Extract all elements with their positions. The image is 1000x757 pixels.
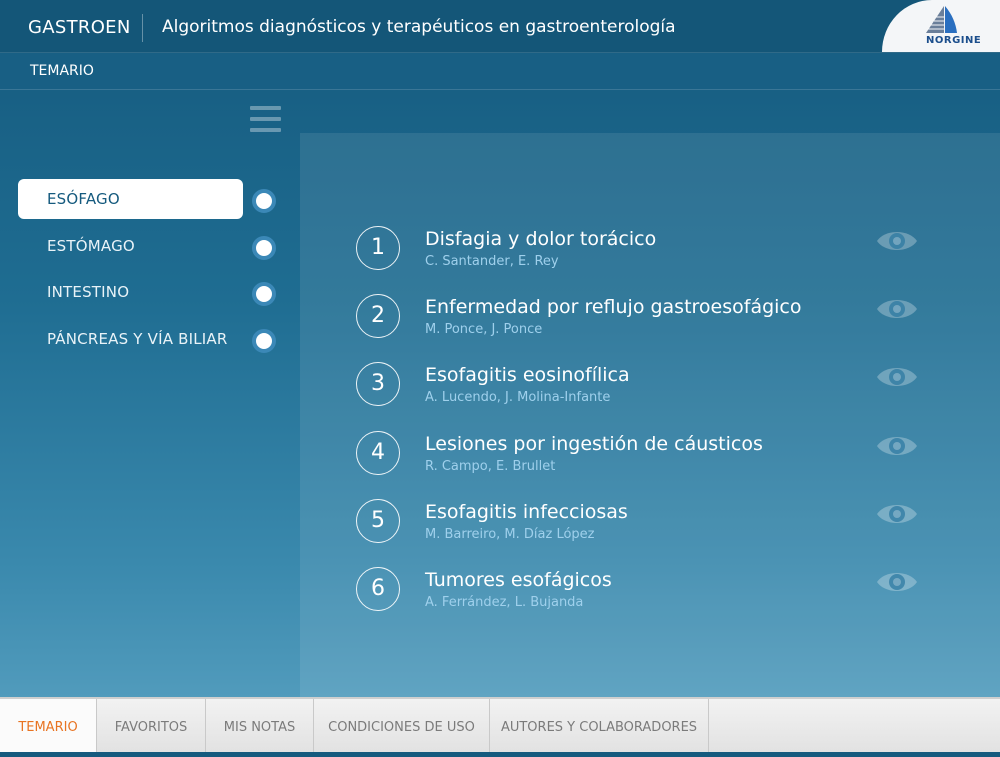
topic-number: 1 [356,226,400,270]
sidebar-item-label: ESTÓMAGO [47,237,135,255]
topic-title[interactable]: Tumores esofágicos [425,569,612,591]
topic-authors: A. Ferrández, L. Bujanda [425,595,584,610]
app-subtitle: Algoritmos diagnósticos y terapéuticos e… [162,17,676,37]
topic-number: 3 [356,362,400,406]
topic-title[interactable]: Enfermedad por reflujo gastroesofágico [425,296,802,318]
topic-number: 2 [356,294,400,338]
tab-condiciones-de-uso[interactable]: CONDICIONES DE USO [314,699,490,752]
sidebar-item-label: INTESTINO [47,283,130,301]
sidebar-item-estomago[interactable]: ESTÓMAGO [18,226,243,266]
eye-icon[interactable] [875,294,919,324]
topic-title[interactable]: Disfagia y dolor torácico [425,228,656,250]
sail-logo-icon [926,6,957,33]
topic-authors: M. Ponce, J. Ponce [425,322,543,337]
bottom-tab-bar: TEMARIO FAVORITOS MIS NOTAS CONDICIONES … [0,697,1000,752]
tab-autores-y-colaboradores[interactable]: AUTORES Y COLABORADORES [490,699,709,752]
norgine-logo: NORGINE [882,0,1000,52]
sidebar-item-pancreas[interactable]: PÁNCREAS Y VÍA BILIAR [18,319,243,359]
eye-icon[interactable] [875,499,919,529]
eye-icon[interactable] [875,567,919,597]
section-title: TEMARIO [30,63,94,79]
topic-number: 6 [356,567,400,611]
tab-mis-notas[interactable]: MIS NOTAS [206,699,314,752]
hamburger-icon[interactable] [250,106,281,132]
sidebar-dot-intestino[interactable] [252,282,276,306]
topic-authors: R. Campo, E. Brullet [425,459,556,474]
topic-item[interactable]: 5 Esofagitis infecciosas M. Barreiro, M.… [355,499,955,549]
topic-title[interactable]: Esofagitis eosinofílica [425,364,630,386]
app-header: GASTROEN Algoritmos diagnósticos y terap… [0,0,1000,53]
topic-item[interactable]: 4 Lesiones por ingestión de cáusticos R.… [355,431,955,481]
topic-number: 5 [356,499,400,543]
topic-authors: A. Lucendo, J. Molina-Infante [425,390,611,405]
section-bar: TEMARIO [0,53,1000,90]
tab-favoritos[interactable]: FAVORITOS [97,699,206,752]
topic-title[interactable]: Esofagitis infecciosas [425,501,628,523]
tab-temario[interactable]: TEMARIO [0,699,97,752]
sidebar-dot-pancreas[interactable] [252,329,276,353]
topic-item[interactable]: 1 Disfagia y dolor torácico C. Santander… [355,226,955,276]
eye-icon[interactable] [875,226,919,256]
sidebar-item-esofago[interactable]: ESÓFAGO [18,179,243,219]
header-divider [142,14,143,42]
topic-title[interactable]: Lesiones por ingestión de cáusticos [425,433,763,455]
app-name: GASTROEN [28,17,131,38]
topic-item[interactable]: 3 Esofagitis eosinofílica A. Lucendo, J.… [355,362,955,412]
topic-authors: M. Barreiro, M. Díaz López [425,527,595,542]
sidebar-item-label: PÁNCREAS Y VÍA BILIAR [47,330,228,348]
sidebar-item-label: ESÓFAGO [47,190,120,208]
logo-text: NORGINE [926,35,982,46]
topic-authors: C. Santander, E. Rey [425,254,559,269]
sidebar-dot-esofago[interactable] [252,189,276,213]
topic-item[interactable]: 6 Tumores esofágicos A. Ferrández, L. Bu… [355,567,955,617]
topic-number: 4 [356,431,400,475]
eye-icon[interactable] [875,431,919,461]
sidebar-item-intestino[interactable]: INTESTINO [18,272,243,312]
topic-item[interactable]: 2 Enfermedad por reflujo gastroesofágico… [355,294,955,344]
eye-icon[interactable] [875,362,919,392]
sidebar-dot-estomago[interactable] [252,236,276,260]
